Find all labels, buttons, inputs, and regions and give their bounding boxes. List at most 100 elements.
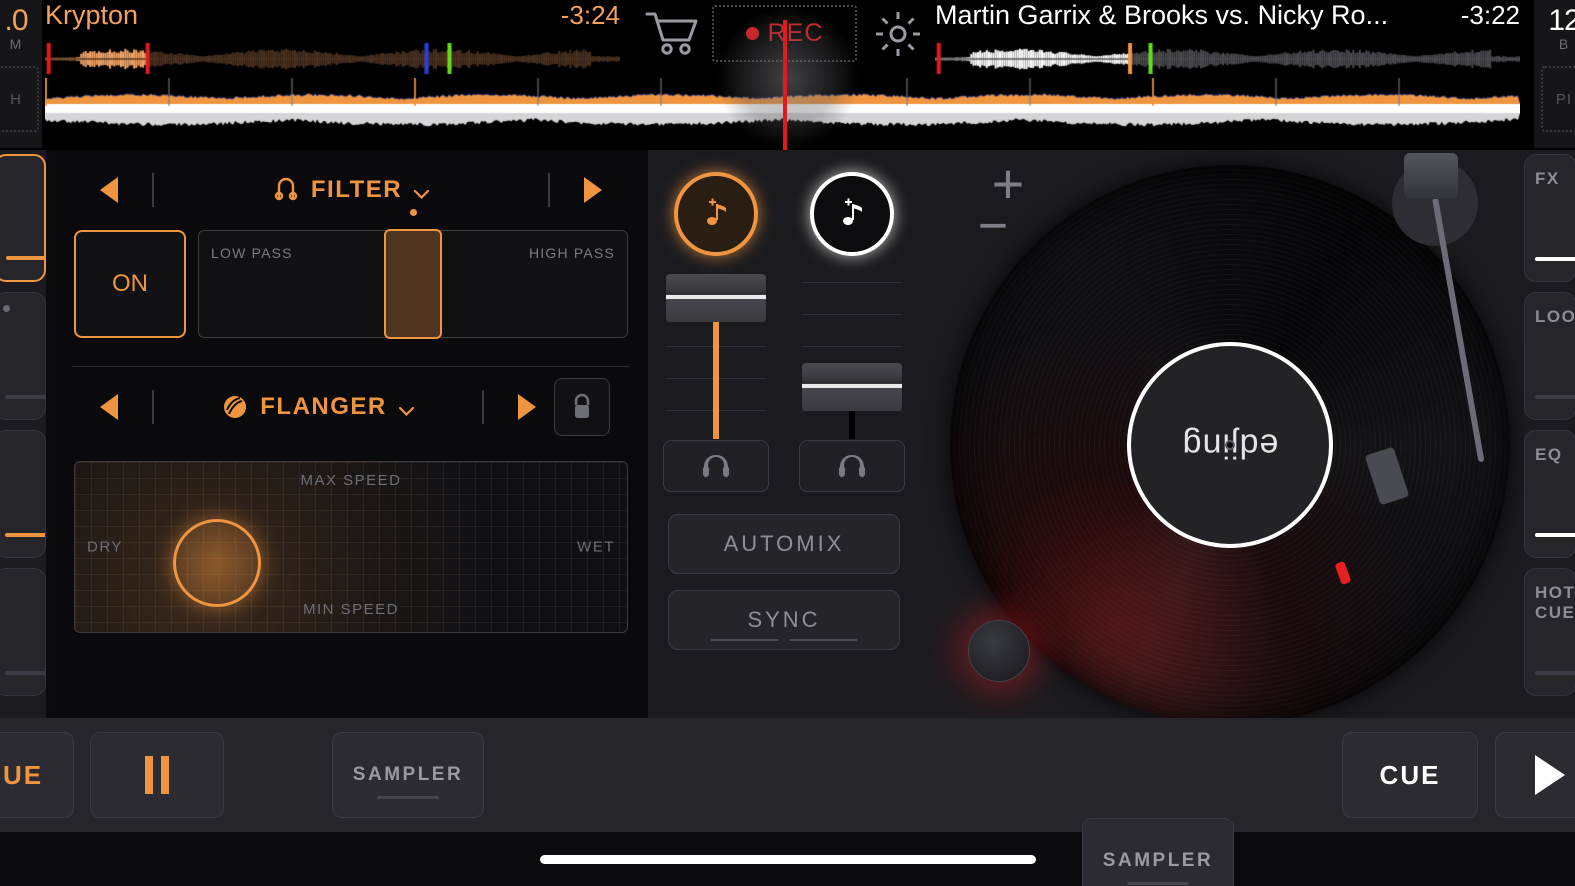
track-info-left: Krypton -3:24 bbox=[45, 0, 620, 40]
cue-button-right[interactable]: CUE bbox=[1342, 732, 1478, 818]
sampler-button-right[interactable]: SAMPLER bbox=[1082, 818, 1234, 886]
fx-panel: FILTER ON LOW PASS HIGH PASS FLANGER MAX… bbox=[54, 150, 648, 718]
mixer-panel: AUTOMIX SYNC bbox=[648, 150, 920, 718]
sampler-button-left[interactable]: SAMPLER bbox=[332, 732, 484, 818]
sidebar-item-left-1-underline bbox=[6, 256, 44, 260]
channel-fader-right[interactable] bbox=[802, 264, 902, 439]
flanger-xy-handle[interactable] bbox=[173, 519, 261, 607]
fx-slot-b-selector[interactable]: FLANGER bbox=[180, 393, 456, 421]
filter-slider-handle[interactable] bbox=[384, 229, 442, 339]
flanger-max-speed-label: MAX SPEED bbox=[300, 472, 402, 489]
headphone-cue-row bbox=[648, 436, 920, 492]
flanger-dry-label: DRY bbox=[87, 538, 123, 556]
cue-button-left[interactable]: UE bbox=[0, 732, 74, 818]
sidebar-item-eq-label: EQ bbox=[1535, 445, 1563, 464]
sidebar-item-left-1[interactable] bbox=[0, 154, 46, 282]
track-title-left[interactable]: Krypton bbox=[45, 0, 551, 31]
flanger-wet-label: WET bbox=[577, 538, 615, 556]
gear-icon[interactable] bbox=[872, 8, 924, 60]
mini-waveform-left[interactable] bbox=[45, 42, 620, 76]
mini-waveform-right[interactable] bbox=[935, 42, 1520, 76]
filter-icon bbox=[273, 177, 299, 203]
sampler-left-underline bbox=[377, 796, 439, 799]
mix-buttons: AUTOMIX SYNC bbox=[648, 492, 920, 650]
next-arrow-icon[interactable] bbox=[510, 390, 544, 424]
pause-icon[interactable] bbox=[90, 732, 224, 818]
home-indicator bbox=[539, 855, 1036, 864]
sidebar-item-left-3[interactable] bbox=[0, 430, 46, 558]
jog-glow bbox=[718, 8, 858, 148]
spindle-icon bbox=[1225, 440, 1235, 450]
filter-controls: ON LOW PASS HIGH PASS bbox=[54, 209, 648, 339]
bottom-transport-bar: UE SAMPLER SAMPLER CUE bbox=[0, 718, 1575, 886]
top-bar: .0 M H Krypton -3:24 REC bbox=[0, 0, 1575, 150]
filter-highpass-label: HIGH PASS bbox=[528, 245, 615, 261]
track-info-right: Martin Garrix & Brooks vs. Nicky Ro... -… bbox=[935, 0, 1520, 40]
divider bbox=[152, 173, 154, 207]
automix-button[interactable]: AUTOMIX bbox=[668, 514, 900, 574]
bpm-panel-right[interactable]: 12 B PI bbox=[1534, 0, 1575, 148]
sidebar-item-loop-underline bbox=[1535, 395, 1575, 399]
sidebar-item-eq-underline bbox=[1535, 533, 1575, 537]
sidebar-item-left-4-underline bbox=[5, 671, 45, 675]
fx-slot-a-name: FILTER bbox=[310, 176, 403, 203]
fx-slot-a-selector[interactable]: FILTER bbox=[180, 176, 522, 204]
sampler-right-label: SAMPLER bbox=[1102, 850, 1214, 871]
sidebar-item-hotcue-underline bbox=[1535, 671, 1575, 675]
channel-fader-right-knob[interactable] bbox=[802, 363, 902, 412]
shopping-cart-icon[interactable] bbox=[645, 8, 703, 60]
sidebar-item-left-2[interactable] bbox=[0, 292, 46, 420]
headphones-icon-left[interactable] bbox=[663, 440, 769, 492]
filter-slider-indicator-dot bbox=[410, 209, 417, 216]
play-icon[interactable] bbox=[1495, 732, 1575, 818]
sidebar-item-hotcue[interactable]: HOT CUE bbox=[1524, 568, 1575, 696]
filter-slider[interactable]: LOW PASS HIGH PASS bbox=[198, 209, 628, 339]
headphones-icon-right[interactable] bbox=[799, 440, 905, 492]
deck-header-left: Krypton -3:24 bbox=[45, 0, 620, 78]
bpm-label-right: B bbox=[1558, 36, 1570, 52]
dj-app-screen: .0 M H Krypton -3:24 REC bbox=[0, 0, 1575, 886]
bpm-panel-left[interactable]: .0 M H bbox=[0, 0, 42, 148]
sampler-left-label: SAMPLER bbox=[352, 764, 464, 785]
sync-indicator bbox=[711, 639, 857, 641]
fx-slot-b-name: FLANGER bbox=[260, 393, 387, 420]
prev-arrow-icon[interactable] bbox=[92, 390, 126, 424]
track-title-right[interactable]: Martin Garrix & Brooks vs. Nicky Ro... bbox=[935, 0, 1451, 31]
sidebar-item-fx-label: FX bbox=[1535, 169, 1560, 188]
sidebar-item-left-4[interactable] bbox=[0, 568, 46, 696]
bpm-label-left: M bbox=[9, 36, 23, 52]
playhead-marker bbox=[783, 20, 787, 150]
pitch-box-left[interactable]: H bbox=[0, 66, 39, 132]
bpm-value-left: .0 bbox=[4, 4, 28, 37]
platter-knob-icon[interactable] bbox=[968, 620, 1030, 682]
sidebar-item-fx-underline bbox=[1535, 257, 1575, 261]
next-arrow-icon[interactable] bbox=[576, 173, 610, 207]
add-music-button-right[interactable] bbox=[810, 172, 894, 256]
filter-on-button[interactable]: ON bbox=[74, 230, 186, 338]
deck-header-right: Martin Garrix & Brooks vs. Nicky Ro... -… bbox=[935, 0, 1520, 78]
lock-icon[interactable] bbox=[554, 378, 610, 436]
flanger-icon bbox=[222, 394, 248, 420]
sidebar-item-left-2-dot bbox=[3, 305, 10, 312]
flanger-min-speed-label: MIN SPEED bbox=[302, 601, 399, 618]
sidebar-item-loop[interactable]: LOO bbox=[1524, 292, 1575, 420]
sidebar-left bbox=[0, 150, 46, 718]
prev-arrow-icon[interactable] bbox=[92, 173, 126, 207]
sidebar-item-eq[interactable]: EQ bbox=[1524, 430, 1575, 558]
chevron-down-icon bbox=[398, 403, 414, 416]
sampler-right-underline bbox=[1127, 882, 1189, 885]
channel-fader-left-knob[interactable] bbox=[666, 274, 766, 323]
sidebar-item-left-2-underline bbox=[5, 395, 45, 399]
channel-faders bbox=[648, 256, 920, 439]
add-music-button-left[interactable] bbox=[674, 172, 758, 256]
fx-slot-a-header: FILTER bbox=[54, 150, 648, 230]
sync-button[interactable]: SYNC bbox=[668, 590, 900, 650]
flanger-xy-pad[interactable]: MAX SPEED MIN SPEED DRY WET bbox=[74, 461, 628, 633]
divider bbox=[482, 390, 484, 424]
sync-button-label: SYNC bbox=[747, 607, 821, 632]
channel-fader-left[interactable] bbox=[666, 264, 766, 439]
fx-slot-b-header: FLANGER bbox=[54, 367, 648, 447]
sidebar-item-fx[interactable]: FX bbox=[1524, 154, 1575, 282]
vinyl-platter[interactable]: edjing bbox=[950, 165, 1510, 725]
pitch-box-right[interactable]: PI bbox=[1541, 66, 1575, 132]
